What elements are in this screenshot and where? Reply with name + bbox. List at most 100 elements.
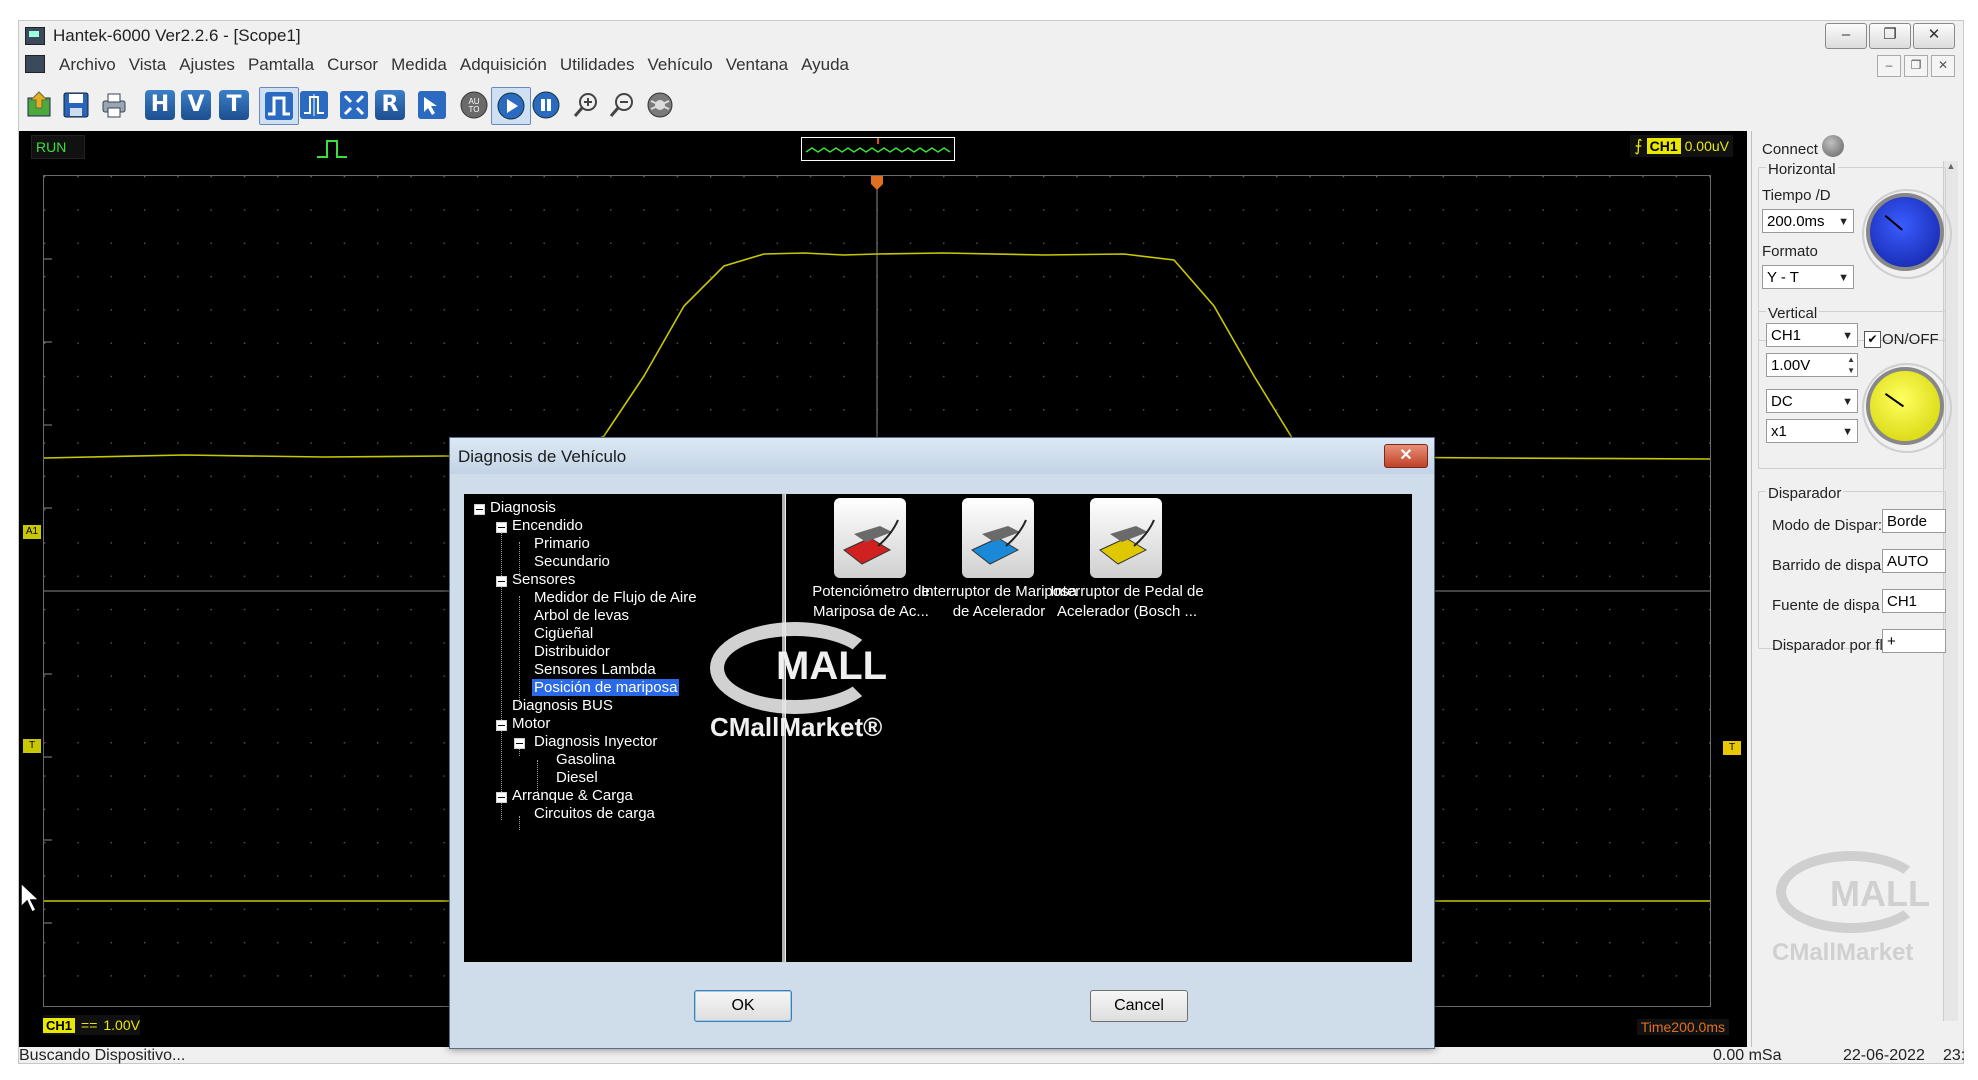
run-button[interactable] (491, 87, 531, 125)
menu-vista[interactable]: Vista (123, 55, 174, 75)
dialog-close-button[interactable]: ✕ (1384, 444, 1428, 468)
menu-archivo[interactable]: Archivo (53, 55, 123, 75)
horizontal-button[interactable]: H (141, 87, 179, 123)
menu-medida[interactable]: Medida (385, 55, 454, 75)
trigger-status: ⨍ CH1 0.00uV (1630, 135, 1733, 157)
tree-node-diagnosis[interactable]: Diagnosis (490, 499, 556, 516)
tree-node-medidor-flujo-aire[interactable]: Medidor de Flujo de Aire (534, 589, 697, 606)
menu-ayuda[interactable]: Ayuda (795, 55, 856, 75)
menu: Archivo Vista Ajustes Pamtalla Cursor Me… (53, 55, 856, 75)
tree-node-distribuidor[interactable]: Distribuidor (534, 643, 610, 660)
close-button[interactable]: ✕ (1913, 23, 1955, 49)
potentiometer-item-icon[interactable] (834, 498, 906, 578)
restore-button[interactable]: ❐ (1869, 23, 1911, 49)
throttle-switch-item-icon[interactable] (962, 498, 1034, 578)
menu-ajustes[interactable]: Ajustes (173, 55, 242, 75)
mdi-minimize-button[interactable]: – (1877, 55, 1901, 77)
trigger-mode-select[interactable]: Borde (1882, 509, 1946, 533)
watermark-logo: MALL (1830, 873, 1930, 914)
settings-button[interactable] (641, 87, 679, 123)
minimize-button[interactable]: – (1825, 23, 1867, 49)
tree-expander[interactable] (496, 522, 507, 533)
reference-icon: R (375, 90, 405, 120)
probe-select[interactable]: x1 ▼ (1766, 419, 1858, 443)
app-window: Hantek-6000 Ver2.2.6 - [Scope1] – ❐ ✕ Ar… (18, 20, 1965, 1064)
waveform-overview[interactable] (801, 137, 955, 161)
pause-button[interactable] (527, 87, 565, 123)
zoom-in-icon (573, 93, 597, 117)
time-per-div-select[interactable]: 200.0ms ▼ (1762, 209, 1854, 233)
menu-ventana[interactable]: Ventana (720, 55, 795, 75)
coupling-select[interactable]: DC ▼ (1766, 389, 1858, 413)
pedal-switch-item-icon[interactable] (1090, 498, 1162, 578)
open-button[interactable] (21, 87, 59, 123)
ch1-badge: CH1 (43, 1017, 76, 1033)
scroll-up-icon[interactable]: ▲ (1944, 161, 1958, 171)
mdi-close-button[interactable]: ✕ (1931, 55, 1955, 77)
tree-expander[interactable] (474, 504, 485, 515)
mdi-restore-button[interactable]: ❐ (1904, 55, 1928, 77)
cancel-button[interactable]: Cancel (1090, 990, 1188, 1022)
channel-select[interactable]: CH1 ▼ (1766, 323, 1858, 347)
save-button[interactable] (57, 87, 95, 123)
tree-node-diagnosis-bus[interactable]: Diagnosis BUS (512, 697, 613, 714)
ch1-position-marker[interactable]: A1 (23, 525, 41, 539)
reference-button[interactable]: R (371, 87, 409, 123)
ok-button[interactable]: OK (694, 990, 792, 1022)
tree-node-secundario[interactable]: Secundario (534, 553, 610, 570)
trigger-slope-select[interactable]: + (1882, 629, 1946, 653)
trigger-button[interactable]: T (215, 87, 253, 123)
spinner-arrows-icon[interactable]: ▲ ▼ (1847, 354, 1855, 376)
trigger-level-marker[interactable]: T (23, 739, 41, 753)
tree-node-circuitos-carga[interactable]: Circuitos de carga (534, 805, 655, 822)
auto-button[interactable]: AU TO (455, 87, 493, 123)
tree-expander[interactable] (496, 720, 507, 731)
menu-cursor[interactable]: Cursor (321, 55, 385, 75)
horizontal-knob[interactable] (1862, 189, 1952, 279)
rising-edge-icon: ⨍ (1634, 138, 1643, 155)
tree-expander[interactable] (496, 576, 507, 587)
tree-line (501, 524, 502, 820)
measure-button[interactable] (295, 87, 333, 123)
pedal-switch-item-label[interactable]: Interruptor de Pedal de Acelerador (Bosc… (1042, 582, 1212, 622)
menu-pamtalla[interactable]: Pamtalla (242, 55, 321, 75)
zoom-in-button[interactable] (567, 87, 605, 123)
tree-node-encendido[interactable]: Encendido (512, 517, 583, 534)
menu-vehiculo[interactable]: Vehículo (641, 55, 719, 75)
volts-value: 1.00V (1771, 357, 1811, 374)
pulse-button[interactable] (259, 87, 299, 125)
format-select[interactable]: Y - T ▼ (1762, 265, 1854, 289)
tree-node-sensores-lambda[interactable]: Sensores Lambda (534, 661, 656, 678)
tree-node-ciguenal[interactable]: Cigüeñal (534, 625, 593, 642)
print-button[interactable] (95, 87, 133, 123)
app-icon (25, 27, 45, 45)
trigger-right-marker[interactable]: T (1723, 741, 1741, 755)
tree-node-sensores[interactable]: Sensores (512, 571, 575, 588)
zoom-out-button[interactable] (603, 87, 641, 123)
onoff-checkbox[interactable]: ✔ (1864, 331, 1881, 348)
tree-node-diesel[interactable]: Diesel (556, 769, 598, 786)
vertical-button[interactable]: V (177, 87, 215, 123)
menu-adquisicion[interactable]: Adquisición (454, 55, 554, 75)
vertical-knob[interactable] (1862, 363, 1952, 453)
status-message: Buscando Dispositivo... (19, 1047, 186, 1064)
volts-per-div-spinner[interactable]: 1.00V ▲ ▼ (1766, 353, 1858, 377)
tree-node-gasolina[interactable]: Gasolina (556, 751, 615, 768)
cursor-icon (340, 91, 368, 119)
trigger-source-select[interactable]: CH1 (1882, 589, 1946, 613)
ch1-scale: 1.00V (103, 1017, 140, 1033)
tree-node-arbol-levas[interactable]: Arbol de levas (534, 607, 629, 624)
cursor-button[interactable] (335, 87, 373, 123)
tree-node-motor[interactable]: Motor (512, 715, 550, 732)
tree-node-diagnosis-inyector[interactable]: Diagnosis Inyector (534, 733, 657, 750)
tree-node-arranque-carga[interactable]: Arranque & Carga (512, 787, 633, 804)
ch1-coupling-symbol: == (81, 1017, 98, 1033)
tree-expander[interactable] (514, 738, 525, 749)
chevron-down-icon: ▼ (1838, 272, 1849, 284)
tree-node-primario[interactable]: Primario (534, 535, 590, 552)
tree-expander[interactable] (496, 792, 507, 803)
tree-node-posicion-mariposa[interactable]: Posición de mariposa (532, 679, 680, 696)
trigger-sweep-select[interactable]: AUTO (1882, 549, 1946, 573)
menu-utilidades[interactable]: Utilidades (554, 55, 642, 75)
zoom-window-button[interactable] (413, 87, 451, 123)
